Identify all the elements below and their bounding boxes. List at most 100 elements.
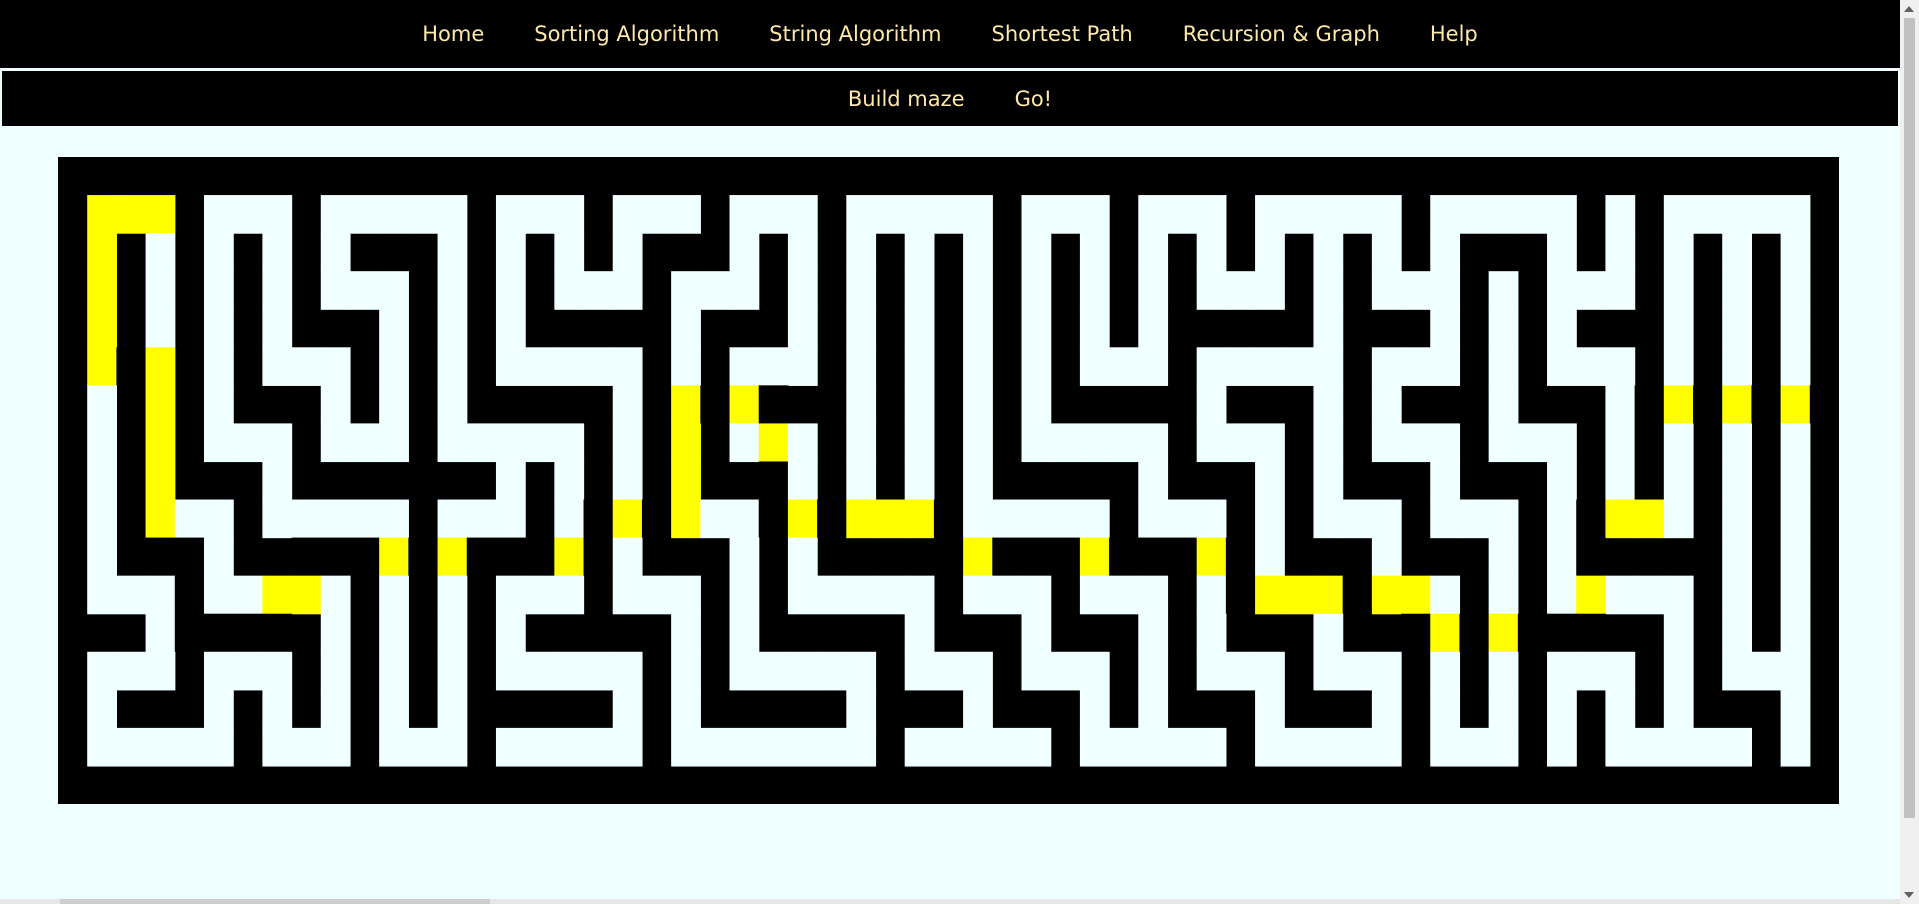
maze-open-cell[interactable]: [1430, 461, 1461, 501]
solution-path-cell[interactable]: [612, 499, 643, 539]
maze-open-cell[interactable]: [1021, 575, 1052, 615]
maze-open-cell[interactable]: [320, 499, 351, 539]
maze-open-cell[interactable]: [1663, 651, 1694, 691]
maze-open-cell[interactable]: [1050, 423, 1081, 463]
maze-open-cell[interactable]: [379, 385, 409, 425]
maze-open-cell[interactable]: [1780, 271, 1811, 310]
maze-open-cell[interactable]: [904, 309, 935, 348]
maze-open-cell[interactable]: [1313, 423, 1344, 463]
solution-path-cell[interactable]: [1255, 575, 1285, 615]
maze-open-cell[interactable]: [203, 347, 234, 386]
maze-open-cell[interactable]: [1430, 689, 1461, 729]
maze-open-cell[interactable]: [1313, 613, 1344, 653]
maze-open-cell[interactable]: [1255, 461, 1285, 501]
maze-open-cell[interactable]: [1021, 651, 1052, 691]
maze-open-cell[interactable]: [1284, 195, 1315, 234]
maze-open-cell[interactable]: [262, 651, 293, 691]
maze-wall-cell[interactable]: [1517, 613, 1548, 653]
maze-open-cell[interactable]: [963, 651, 993, 691]
solution-path-cell[interactable]: [1634, 499, 1665, 539]
maze-open-cell[interactable]: [612, 423, 643, 463]
maze-open-cell[interactable]: [291, 727, 322, 767]
maze-open-cell[interactable]: [1167, 727, 1198, 767]
maze-open-cell[interactable]: [1050, 651, 1081, 691]
maze-open-cell[interactable]: [379, 347, 409, 386]
maze-wall-cell[interactable]: [466, 537, 497, 577]
maze-open-cell[interactable]: [1459, 499, 1490, 539]
maze-open-cell[interactable]: [1605, 651, 1636, 691]
maze-open-cell[interactable]: [933, 727, 964, 767]
maze-open-cell[interactable]: [320, 727, 351, 767]
maze-open-cell[interactable]: [1663, 195, 1694, 234]
maze-open-cell[interactable]: [1313, 233, 1344, 272]
maze-open-cell[interactable]: [1313, 651, 1344, 691]
maze-open-cell[interactable]: [787, 233, 818, 272]
maze-wall-cell[interactable]: [1634, 423, 1665, 463]
maze-open-cell[interactable]: [1547, 461, 1577, 501]
maze-open-cell[interactable]: [904, 727, 935, 767]
maze-open-cell[interactable]: [1488, 689, 1519, 729]
maze-open-cell[interactable]: [87, 575, 117, 615]
maze-open-cell[interactable]: [963, 461, 993, 501]
maze-open-cell[interactable]: [904, 347, 935, 386]
maze-open-cell[interactable]: [495, 195, 526, 234]
maze-open-cell[interactable]: [203, 689, 234, 729]
maze-open-cell[interactable]: [1547, 309, 1577, 348]
maze-open-cell[interactable]: [437, 499, 468, 539]
maze-open-cell[interactable]: [1371, 347, 1402, 386]
maze-open-cell[interactable]: [1605, 461, 1636, 501]
maze-open-cell[interactable]: [1430, 499, 1461, 539]
solution-path-cell[interactable]: [904, 499, 935, 539]
maze-open-cell[interactable]: [554, 233, 585, 272]
maze-open-cell[interactable]: [262, 195, 293, 234]
solution-path-cell[interactable]: [145, 195, 176, 234]
maze-open-cell[interactable]: [817, 727, 847, 767]
maze-open-cell[interactable]: [1313, 309, 1344, 348]
maze-open-cell[interactable]: [963, 309, 993, 348]
maze-open-cell[interactable]: [1342, 651, 1373, 691]
maze-open-cell[interactable]: [262, 689, 293, 729]
maze-open-cell[interactable]: [262, 309, 293, 348]
maze-open-cell[interactable]: [1138, 651, 1169, 691]
maze-open-cell[interactable]: [203, 385, 234, 425]
maze-open-cell[interactable]: [1313, 347, 1344, 386]
maze-open-cell[interactable]: [1196, 727, 1227, 767]
maze-open-cell[interactable]: [700, 499, 731, 539]
maze-open-cell[interactable]: [1488, 499, 1519, 539]
maze-open-cell[interactable]: [379, 309, 409, 348]
maze-open-cell[interactable]: [933, 651, 964, 691]
maze-open-cell[interactable]: [1547, 347, 1577, 386]
maze-open-cell[interactable]: [729, 499, 760, 539]
maze-open-cell[interactable]: [1313, 727, 1344, 767]
maze-open-cell[interactable]: [671, 651, 701, 691]
build-maze-button[interactable]: Build maze: [848, 87, 965, 111]
maze-wall-cell[interactable]: [1576, 499, 1607, 539]
maze-open-cell[interactable]: [1576, 347, 1607, 386]
maze-open-cell[interactable]: [1138, 347, 1169, 386]
maze-open-cell[interactable]: [729, 651, 760, 691]
maze-open-cell[interactable]: [203, 651, 234, 691]
maze-open-cell[interactable]: [1430, 575, 1461, 615]
maze-open-cell[interactable]: [963, 271, 993, 310]
maze-open-cell[interactable]: [145, 727, 176, 767]
maze-wall-cell[interactable]: [145, 537, 176, 577]
maze-open-cell[interactable]: [1342, 195, 1373, 234]
solution-path-cell[interactable]: [145, 461, 176, 501]
maze-open-cell[interactable]: [495, 727, 526, 767]
maze-open-cell[interactable]: [1780, 613, 1811, 653]
maze-open-cell[interactable]: [846, 727, 877, 767]
maze-wall-cell[interactable]: [641, 499, 672, 539]
nav-string-algorithm[interactable]: String Algorithm: [769, 22, 941, 46]
maze-open-cell[interactable]: [1255, 537, 1285, 577]
solution-path-cell[interactable]: [1488, 613, 1519, 653]
maze-wall-cell[interactable]: [174, 537, 205, 577]
maze-open-cell[interactable]: [729, 233, 760, 272]
maze-open-cell[interactable]: [612, 461, 643, 501]
maze-open-cell[interactable]: [1371, 233, 1402, 272]
maze-open-cell[interactable]: [554, 499, 585, 539]
maze-open-cell[interactable]: [1780, 461, 1811, 501]
solution-path-cell[interactable]: [729, 385, 760, 425]
maze-open-cell[interactable]: [846, 689, 877, 729]
maze-open-cell[interactable]: [1547, 537, 1577, 577]
maze-open-cell[interactable]: [1313, 499, 1344, 539]
